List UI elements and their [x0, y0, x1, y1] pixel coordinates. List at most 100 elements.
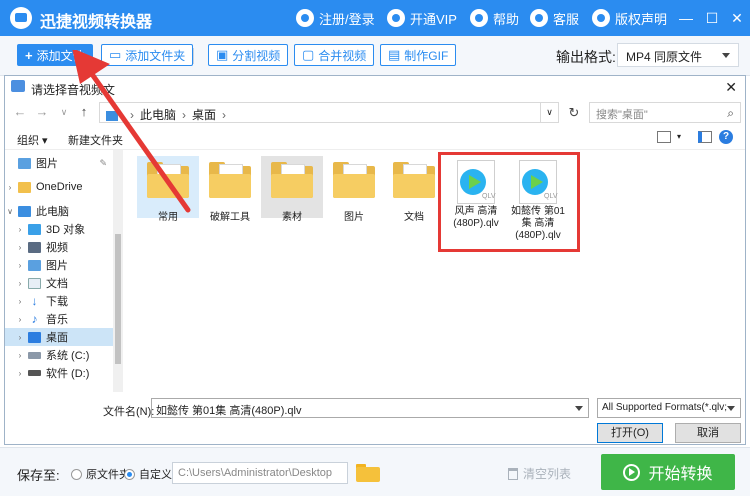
- new-folder-button[interactable]: 新建文件夹: [68, 132, 123, 148]
- file-ext-label: QLV: [544, 193, 558, 200]
- login-link[interactable]: 注册/登录: [296, 8, 375, 28]
- view-dropdown-chevron-icon[interactable]: ▾: [677, 132, 681, 141]
- nav-item-documents[interactable]: › 文档: [5, 274, 113, 292]
- nav-item-downloads[interactable]: › ↓ 下载: [5, 292, 113, 310]
- pictures-icon: [28, 259, 41, 271]
- nav-item-desktop[interactable]: › 桌面: [5, 328, 113, 346]
- preview-pane-icon[interactable]: [698, 131, 712, 143]
- vip-icon: [387, 9, 405, 27]
- output-path-input[interactable]: C:\Users\Administrator\Desktop: [172, 462, 348, 484]
- support-label: 客服: [553, 11, 580, 27]
- nav-item-pictures[interactable]: › 图片: [5, 256, 113, 274]
- search-input[interactable]: 搜索"桌面" ⌕: [589, 102, 741, 123]
- video-file-ruyizhuan[interactable]: QLV 如懿传 第01集 高清(480P).qlv: [507, 160, 569, 244]
- output-format-select[interactable]: MP4 同原文件: [617, 43, 739, 67]
- make-gif-button[interactable]: ▤ 制作GIF: [380, 44, 457, 66]
- radio-dot[interactable]: [124, 468, 135, 480]
- file-name-label: 如懿传 第01集 高清(480P).qlv: [511, 206, 565, 241]
- organize-menu[interactable]: 组织 ▾: [17, 132, 48, 148]
- command-bar: 组织 ▾ 新建文件夹 ▾ ?: [5, 126, 745, 150]
- folder-item-changyong[interactable]: 常用: [137, 156, 199, 223]
- refresh-icon[interactable]: ↻: [565, 102, 583, 123]
- expand-chevron-icon[interactable]: ›: [15, 351, 25, 360]
- split-video-button[interactable]: ▣ 分割视频: [208, 44, 289, 66]
- nav-item-drive-d[interactable]: › 软件 (D:): [5, 364, 113, 382]
- nav-pane-scrollbar[interactable]: [113, 150, 123, 392]
- expand-chevron-icon[interactable]: ›: [15, 333, 25, 342]
- chevron-down-icon[interactable]: [727, 406, 735, 411]
- chevron-down-icon: [722, 53, 730, 58]
- expand-chevron-icon[interactable]: ›: [15, 243, 25, 252]
- file-type-filter-select[interactable]: All Supported Formats(*.qlv;: [597, 398, 741, 418]
- close-button[interactable]: ✕: [727, 8, 747, 28]
- drive-d-icon: [28, 370, 41, 376]
- cancel-button[interactable]: 取消: [675, 423, 741, 443]
- folder-item-materials[interactable]: 素材: [261, 156, 323, 223]
- breadcrumb-desktop[interactable]: 桌面: [192, 108, 216, 122]
- expand-chevron-icon[interactable]: ›: [15, 369, 25, 378]
- radio-custom[interactable]: 自定义: [124, 466, 172, 482]
- nav-item-onedrive[interactable]: › OneDrive: [5, 178, 113, 196]
- app-title: 迅捷视频转换器: [40, 14, 153, 31]
- main-toolbar: + 添加文件 ▭ 添加文件夹 ▣ 分割视频 ▢ 合并视频 ▤ 制作GIF 输出格…: [0, 36, 750, 76]
- file-open-dialog: 请选择音视频文 ✕ ← → ∨ ↑ › 此电脑 › 桌面 › ∨ ↻ 搜索"桌面" ⌕ …: [4, 75, 746, 445]
- start-convert-button[interactable]: 开始转换: [601, 454, 735, 490]
- back-arrow-icon[interactable]: ←: [11, 103, 29, 121]
- copyright-link[interactable]: 版权声明: [592, 8, 667, 28]
- help-link[interactable]: 帮助: [470, 8, 519, 28]
- folder-label: 文档: [404, 212, 424, 223]
- radio-dot[interactable]: [71, 468, 82, 480]
- view-options-icon[interactable]: [657, 131, 671, 143]
- nav-item-music[interactable]: › ♪ 音乐: [5, 310, 113, 328]
- scrollbar-thumb[interactable]: [115, 234, 121, 364]
- nav-item-pictures-pinned[interactable]: 图片 ✎: [5, 154, 113, 172]
- downloads-icon: ↓: [31, 293, 38, 308]
- video-file-fengsheng[interactable]: QLV 风声 高清(480P).qlv: [445, 160, 507, 244]
- pin-icon[interactable]: ✎: [99, 158, 107, 169]
- collapse-chevron-icon[interactable]: ∨: [5, 207, 15, 216]
- merge-video-button[interactable]: ▢ 合并视频: [294, 44, 375, 66]
- folder-item-pictures[interactable]: 图片: [323, 156, 385, 223]
- support-link[interactable]: 客服: [530, 8, 579, 28]
- expand-chevron-icon[interactable]: ›: [5, 183, 15, 192]
- add-file-button[interactable]: + 添加文件: [17, 44, 93, 66]
- expand-chevron-icon[interactable]: ›: [15, 315, 25, 324]
- filename-input[interactable]: 如懿传 第01集 高清(480P).qlv: [151, 398, 589, 418]
- radio-original-folder[interactable]: 原文件夹: [71, 466, 130, 482]
- recent-chevron-icon[interactable]: ∨: [55, 103, 73, 121]
- vip-link[interactable]: 开通VIP: [387, 8, 457, 28]
- nav-item-this-pc[interactable]: ∨ 此电脑: [5, 202, 113, 220]
- address-history-dropdown[interactable]: ∨: [541, 102, 559, 123]
- nav-item-label: OneDrive: [36, 181, 83, 193]
- folder-item-crack-tools[interactable]: 破解工具: [199, 156, 261, 223]
- output-format-value: MP4 同原文件: [626, 50, 703, 64]
- maximize-button[interactable]: ☐: [702, 8, 722, 28]
- breadcrumb-separator: ›: [222, 108, 227, 122]
- forward-arrow-icon[interactable]: →: [33, 103, 51, 121]
- desktop-icon: [28, 331, 41, 343]
- expand-chevron-icon[interactable]: ›: [15, 225, 25, 234]
- nav-item-videos[interactable]: › 视频: [5, 238, 113, 256]
- nav-item-label: 此电脑: [36, 206, 69, 218]
- add-folder-button[interactable]: ▭ 添加文件夹: [101, 44, 194, 66]
- folder-label: 常用: [158, 212, 178, 223]
- expand-chevron-icon[interactable]: ›: [15, 279, 25, 288]
- up-arrow-icon[interactable]: ↑: [75, 103, 93, 121]
- nav-item-label: 图片: [46, 260, 68, 272]
- open-button[interactable]: 打开(O): [597, 423, 663, 443]
- minimize-button[interactable]: —: [676, 8, 696, 28]
- pc-icon: [18, 205, 31, 217]
- breadcrumb-pc[interactable]: 此电脑: [140, 108, 176, 122]
- expand-chevron-icon[interactable]: ›: [15, 261, 25, 270]
- chevron-down-icon[interactable]: [575, 406, 583, 411]
- breadcrumb[interactable]: › 此电脑 › 桌面 ›: [99, 102, 541, 123]
- expand-chevron-icon[interactable]: ›: [15, 297, 25, 306]
- app-title-bar: 迅捷视频转换器 注册/登录 开通VIP 帮助 客服 版权声明 — ☐ ✕: [0, 0, 750, 36]
- folder-item-documents[interactable]: 文档: [383, 156, 445, 223]
- dialog-help-icon[interactable]: ?: [719, 130, 733, 144]
- browse-folder-icon[interactable]: [356, 464, 380, 482]
- nav-item-3d-objects[interactable]: › 3D 对象: [5, 220, 113, 238]
- dialog-close-button[interactable]: ✕: [725, 79, 737, 96]
- nav-item-drive-c[interactable]: › 系统 (C:): [5, 346, 113, 364]
- clear-list-button[interactable]: 清空列表: [508, 465, 571, 482]
